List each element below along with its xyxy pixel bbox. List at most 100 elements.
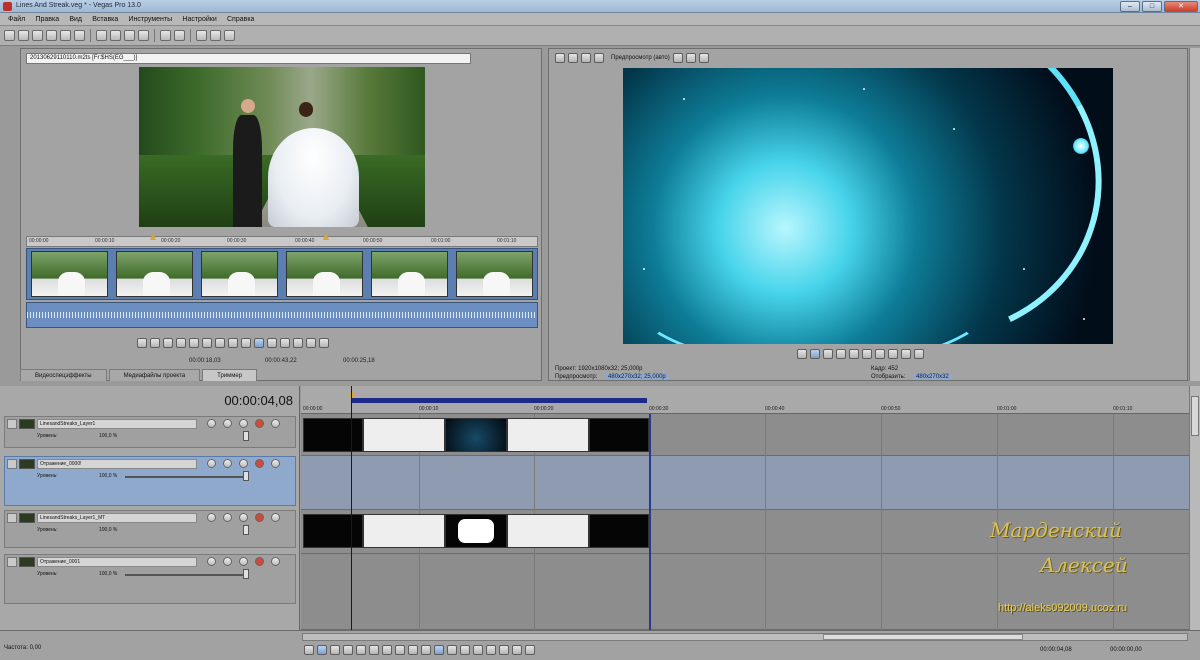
- trim-mode-icon[interactable]: [254, 338, 264, 348]
- pause-icon[interactable]: [849, 349, 859, 359]
- prev-frame-icon[interactable]: [408, 645, 418, 655]
- preview-settings-icon[interactable]: [555, 53, 565, 63]
- video-clip[interactable]: [507, 514, 589, 548]
- trimmer-ruler[interactable]: 00:00:00 00:00:10 00:00:20 00:00:30 00:0…: [26, 233, 538, 247]
- tab-trimmer[interactable]: Триммер: [202, 369, 258, 381]
- video-clip[interactable]: [303, 418, 363, 452]
- loop-playback-icon[interactable]: [810, 349, 820, 359]
- video-clip[interactable]: [589, 514, 649, 548]
- mute-icon[interactable]: [239, 557, 248, 566]
- next-frame-icon[interactable]: [241, 338, 251, 348]
- preview-quality-icon[interactable]: [594, 53, 604, 63]
- trimmer-thumbnail-strip[interactable]: [26, 248, 538, 300]
- mute-icon[interactable]: [239, 513, 248, 522]
- track-header[interactable]: LinesandStreaks_Layer1 Уровень: 100,0 %: [4, 416, 296, 448]
- play-from-start-icon[interactable]: [330, 645, 340, 655]
- menu-view[interactable]: Вид: [69, 13, 82, 26]
- trimmer-audio-waveform[interactable]: [26, 302, 538, 328]
- scrollbar-thumb[interactable]: [823, 634, 1023, 640]
- add-marker-icon[interactable]: [306, 338, 316, 348]
- timeline-ruler[interactable]: 00:00:00 00:00:10 00:00:20 00:00:30 00:0…: [301, 386, 1189, 414]
- selection-tool-icon[interactable]: [460, 645, 470, 655]
- solo-icon[interactable]: [255, 513, 264, 522]
- undo-icon[interactable]: [160, 30, 171, 41]
- level-slider[interactable]: [125, 574, 245, 576]
- video-clip[interactable]: [589, 418, 649, 452]
- timeline-cursor[interactable]: [351, 386, 352, 630]
- maximize-button[interactable]: □: [1142, 1, 1162, 12]
- level-slider-knob[interactable]: [243, 471, 249, 481]
- go-to-start-icon[interactable]: [202, 338, 212, 348]
- minimize-button[interactable]: –: [1120, 1, 1140, 12]
- track-motion-icon[interactable]: [207, 513, 216, 522]
- save-as-icon[interactable]: [46, 30, 57, 41]
- video-clip[interactable]: [507, 418, 589, 452]
- save-snapshot-icon[interactable]: [698, 53, 709, 63]
- tab-project-media[interactable]: Медиафайлы проекта: [108, 369, 201, 381]
- menu-edit[interactable]: Правка: [35, 13, 59, 26]
- stop-icon[interactable]: [189, 338, 199, 348]
- paste-icon[interactable]: [124, 30, 135, 41]
- mute-icon[interactable]: [239, 459, 248, 468]
- edit-tool-icon[interactable]: [196, 30, 207, 41]
- track-fx-icon[interactable]: [223, 419, 232, 428]
- envelope-tool-icon[interactable]: [210, 30, 221, 41]
- stop-icon[interactable]: [862, 349, 872, 359]
- track-settings-icon[interactable]: [271, 513, 280, 522]
- track-motion-icon[interactable]: [207, 557, 216, 566]
- go-to-start-icon[interactable]: [875, 349, 885, 359]
- prev-frame-icon[interactable]: [228, 338, 238, 348]
- go-to-end-icon[interactable]: [888, 349, 898, 359]
- flag-icon[interactable]: [319, 338, 329, 348]
- right-panel-scrollbar[interactable]: [1189, 48, 1200, 381]
- mute-icon[interactable]: [239, 419, 248, 428]
- loop-icon[interactable]: [137, 338, 147, 348]
- level-slider-knob[interactable]: [243, 569, 249, 579]
- auto-crossfade-icon[interactable]: [499, 645, 509, 655]
- go-to-start-icon[interactable]: [382, 645, 392, 655]
- tab-video-fx[interactable]: Видеоспецэффекты: [20, 369, 107, 381]
- loop-playback-icon[interactable]: [317, 645, 327, 655]
- prev-frame-icon[interactable]: [901, 349, 911, 359]
- track-settings-icon[interactable]: [271, 419, 280, 428]
- timeline-area[interactable]: 00:00:00 00:00:10 00:00:20 00:00:30 00:0…: [301, 386, 1189, 630]
- normal-edit-tool-icon[interactable]: [434, 645, 444, 655]
- play-icon[interactable]: [836, 349, 846, 359]
- timeline-timecode[interactable]: 00:00:04,08: [224, 393, 293, 408]
- track-name[interactable]: Отражение_0001: [37, 557, 197, 567]
- add-to-timeline-icon[interactable]: [293, 338, 303, 348]
- trimmer-out-marker[interactable]: [323, 233, 329, 240]
- solo-icon[interactable]: [255, 459, 264, 468]
- track-header[interactable]: Отражение_0001 Уровень: 100,0 %: [4, 554, 296, 604]
- split-screen-icon[interactable]: [581, 53, 591, 63]
- menu-help[interactable]: Справка: [227, 13, 254, 26]
- delete-icon[interactable]: [138, 30, 149, 41]
- track-settings-icon[interactable]: [271, 459, 280, 468]
- scrollbar-thumb[interactable]: [1191, 396, 1199, 436]
- video-clip[interactable]: [445, 418, 507, 452]
- level-slider[interactable]: [125, 476, 245, 478]
- properties-icon[interactable]: [74, 30, 85, 41]
- preview-quality-dropdown[interactable]: Предпросмотр (авто): [611, 55, 670, 61]
- trimmer-in-marker[interactable]: [150, 233, 156, 240]
- level-slider-knob[interactable]: [243, 525, 249, 535]
- external-monitor-icon[interactable]: [568, 53, 578, 63]
- solo-icon[interactable]: [255, 419, 264, 428]
- menu-options[interactable]: Настройки: [182, 13, 216, 26]
- track-header[interactable]: Отражение_0000! Уровень: 100,0 %: [4, 456, 296, 506]
- track-fx-icon[interactable]: [223, 557, 232, 566]
- play-from-start-icon[interactable]: [150, 338, 160, 348]
- track-motion-icon[interactable]: [207, 419, 216, 428]
- record-icon[interactable]: [797, 349, 807, 359]
- save-icon[interactable]: [32, 30, 43, 41]
- snapping-icon[interactable]: [486, 645, 496, 655]
- ripple-edit-icon[interactable]: [512, 645, 522, 655]
- copy-icon[interactable]: [110, 30, 121, 41]
- play-icon[interactable]: [343, 645, 353, 655]
- track-name[interactable]: LinesandStreaks_Layer1_MT: [37, 513, 197, 523]
- close-button[interactable]: ✕: [1164, 1, 1198, 12]
- track-header[interactable]: LinesandStreaks_Layer1_MT Уровень: 100,0…: [4, 510, 296, 548]
- set-in-icon[interactable]: [267, 338, 277, 348]
- video-clip[interactable]: [445, 514, 507, 548]
- track-name[interactable]: Отражение_0000!: [37, 459, 197, 469]
